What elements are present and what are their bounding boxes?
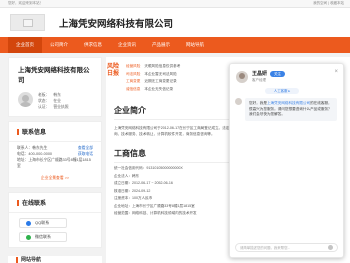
nav-item-home[interactable]: 企业首页: [8, 37, 42, 53]
online-buttons: QQ联系 微信联系: [9, 213, 101, 247]
qq-button[interactable]: QQ联系: [19, 218, 67, 228]
page-title: 上海凭安网络科技有限公司: [59, 18, 174, 30]
contact-label: 地址：: [17, 158, 29, 162]
chat-message: 您好，我是上海凭安网络科技有限公司的在线客服，很高兴为您服务。请问您想要咨询什么…: [230, 94, 343, 121]
chat-bubble: 您好，我是上海凭安网络科技有限公司的在线客服，很高兴为您服务。请问您想要咨询什么…: [245, 98, 337, 121]
wechat-icon: [26, 234, 31, 240]
contact-label: 联系人：: [17, 146, 33, 150]
risk-text: 近期无工商变更记录: [144, 79, 177, 83]
sitemap-title: 网站导航: [21, 257, 42, 263]
qq-label: QQ联系: [35, 220, 50, 225]
more-link[interactable]: 企业全景查看 >>: [9, 172, 101, 187]
logo-placeholder-icon: [22, 18, 33, 27]
chat-msg-avatar: [235, 98, 242, 105]
risk-chip: 经营风险: [126, 64, 141, 68]
accent-bar-icon: [17, 128, 19, 135]
company-logo[interactable]: [10, 14, 45, 31]
chat-input[interactable]: 请简单描述您的问题，我来帮您...: [235, 243, 338, 252]
contact-label: 电话：: [17, 152, 29, 156]
chat-agent-info: 王晶妍 关注 客户经理: [252, 70, 286, 83]
nav-item-supply[interactable]: 供求信息: [76, 37, 110, 53]
site-header: 上海凭安网络科技有限公司: [0, 8, 350, 37]
contact-value: 400-000-0000: [28, 152, 53, 156]
risk-chip: 诚信信息: [126, 86, 141, 91]
nav-item-about[interactable]: 公司简介: [42, 37, 76, 53]
risk-text: 本企业无失信记录: [144, 86, 174, 91]
top-links[interactable]: 我的空间 | 收藏本站: [313, 1, 344, 6]
greeting-company: 上海凭安网络科技有限公司: [266, 101, 311, 105]
company-card: 上海凭安网络科技有限公司 老板： 韩东 状态： 在业 认证： 营业执照: [8, 57, 102, 117]
risk-tag: 风险日报: [106, 64, 119, 77]
avatar: [18, 92, 33, 107]
follow-button[interactable]: 关注: [270, 71, 286, 77]
online-title: 在线联系: [22, 201, 47, 207]
online-contact-card: 在线联系 QQ联系 微信联系: [8, 192, 102, 248]
contact-value: 韩东先生: [32, 146, 48, 150]
wechat-button[interactable]: 微信联系: [19, 232, 67, 242]
nav-item-sitemap[interactable]: 网站导航: [178, 37, 212, 53]
risk-chip: 司法风险: [126, 71, 141, 76]
contact-card: 联系信息 联系人：韩东先生 查看全部 电话：400-000-0000 获取电话 地址…: [8, 121, 102, 188]
nav-item-products[interactable]: 产品展示: [144, 37, 178, 53]
risk-chip: 工商变更: [126, 79, 141, 83]
close-icon[interactable]: ×: [334, 69, 338, 75]
online-header: 在线联系: [9, 193, 101, 213]
chat-avatar: [236, 70, 248, 83]
contact-value: 上海市长宁区广顺路33号8幢1层1815室: [17, 158, 91, 168]
risk-text: 本企业暂无司法风险: [144, 71, 177, 76]
risk-text: 天眼风险信息仅供参考: [144, 64, 181, 68]
send-icon[interactable]: [328, 245, 333, 250]
chat-widget: 王晶妍 关注 客户经理 × 人工客服 ▸ 您好，我是上海凭安网络科技有限公司的在线…: [229, 63, 344, 258]
contact-title: 联系信息: [22, 130, 47, 136]
chat-header: 王晶妍 关注 客户经理 ×: [230, 64, 343, 86]
chat-agent-role: 客户经理: [252, 78, 266, 82]
welcome-text: 您好，欢迎来到本站！: [8, 1, 43, 5]
contact-row: 地址：上海市长宁区广顺路33号8幢1层1815室: [17, 157, 93, 169]
chat-input-placeholder: 请简单描述您的问题，我来帮您...: [240, 246, 291, 250]
accent-bar-icon: [16, 256, 18, 263]
sitemap-header: 网站导航: [8, 256, 102, 263]
nav-item-news[interactable]: 企业资讯: [110, 37, 144, 53]
owner-meta: 老板： 韩东 状态： 在业 认证： 营业执照: [38, 92, 73, 110]
owner-row: 老板： 韩东 状态： 在业 认证： 营业执照: [9, 88, 101, 116]
qq-icon: [26, 220, 31, 226]
contact-header: 联系信息: [9, 122, 101, 142]
accent-bar-icon: [17, 199, 19, 206]
auth-value: 营业执照: [53, 105, 69, 109]
wechat-label: 微信联系: [35, 234, 51, 239]
auth-label: 认证：: [38, 105, 50, 109]
contact-info: 联系人：韩东先生 查看全部 电话：400-000-0000 获取电话 地址：上海市长…: [9, 142, 101, 172]
chat-agent-name: 王晶妍: [252, 71, 268, 77]
top-bar: 您好，欢迎来到本站！ 我的空间 | 收藏本站: [0, 0, 350, 8]
greeting-lead: 您好，我是: [249, 101, 267, 105]
company-card-title: 上海凭安网络科技有限公司: [18, 67, 90, 84]
left-sidebar: 上海凭安网络科技有限公司 老板： 韩东 状态： 在业 认证： 营业执照 联系信息 联系…: [8, 57, 102, 252]
main-nav: 企业首页 公司简介 供求信息 企业资讯 产品展示 网站导航: [0, 37, 350, 53]
